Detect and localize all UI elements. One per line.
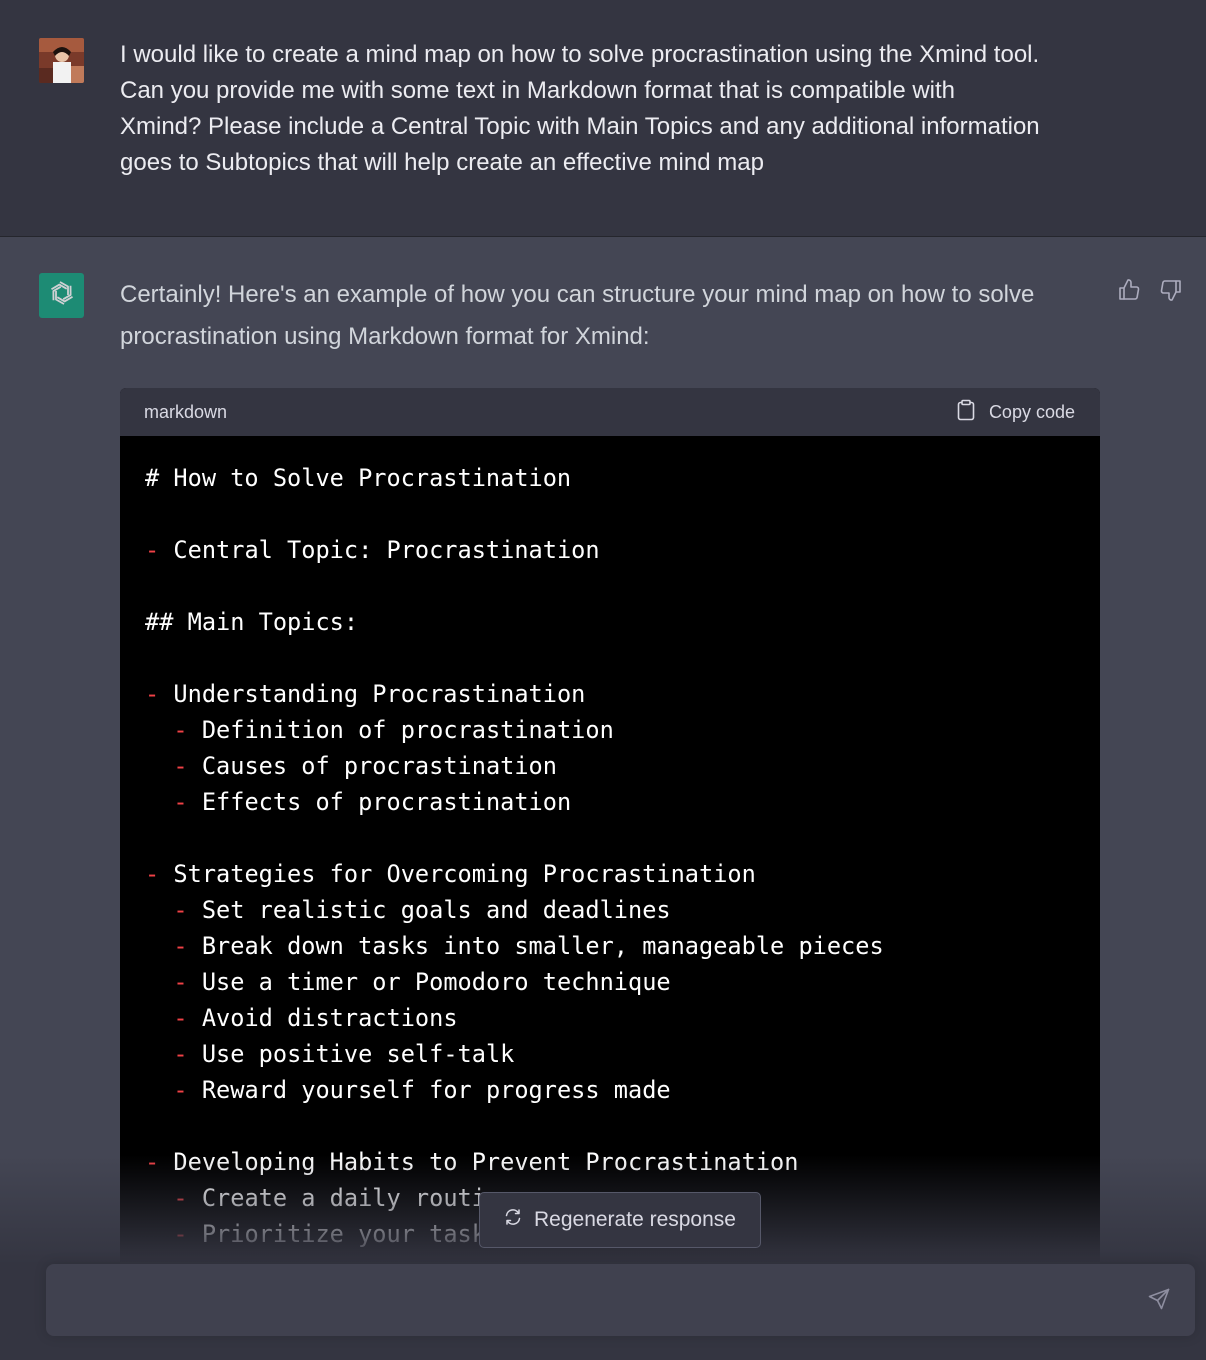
send-icon	[1147, 1287, 1171, 1316]
user-message-line: I would like to create a mind map on how…	[120, 41, 1040, 68]
code-text: Use positive self-talk	[187, 1040, 515, 1068]
code-line: - Avoid distractions	[145, 1000, 1076, 1036]
user-message: I would like to create a mind map on how…	[0, 0, 1206, 237]
code-bullet: -	[145, 536, 160, 564]
message-input[interactable]	[46, 1264, 1195, 1336]
code-bullet: -	[173, 1040, 188, 1068]
code-text: Definition of procrastination	[187, 716, 614, 744]
refresh-icon	[504, 1208, 522, 1232]
code-line: - Break down tasks into smaller, managea…	[145, 928, 1076, 964]
code-line: ## Main Topics:	[145, 604, 1076, 640]
regenerate-label: Regenerate response	[534, 1208, 736, 1231]
code-text: Break down tasks into smaller, manageabl…	[187, 932, 884, 960]
code-bullet: -	[145, 680, 160, 708]
assistant-avatar	[39, 273, 84, 318]
user-message-line: goes to Subtopics that will help create …	[120, 149, 764, 176]
code-bullet: -	[173, 896, 188, 924]
code-line: - Use a timer or Pomodoro technique	[145, 964, 1076, 1000]
copy-code-label: Copy code	[988, 401, 1075, 422]
code-line: - Causes of procrastination	[145, 748, 1076, 784]
thumbs-down-icon	[1159, 278, 1183, 307]
send-button[interactable]	[1145, 1287, 1173, 1315]
code-line: - Understanding Procrastination	[145, 676, 1076, 712]
code-line: - Strategies for Overcoming Procrastinat…	[145, 856, 1076, 892]
copy-code-button[interactable]: Copy code	[955, 399, 1075, 426]
code-text: Understanding Procrastination	[159, 680, 586, 708]
thumbs-up-icon	[1117, 278, 1141, 307]
code-text: Effects of procrastination	[187, 788, 572, 816]
code-text: Causes of procrastination	[187, 752, 557, 780]
code-line: - Effects of procrastination	[145, 784, 1076, 820]
code-text: Reward yourself for progress made	[187, 1076, 671, 1104]
assistant-intro-text: Certainly! Here's an example of how you …	[120, 274, 1100, 358]
user-message-line: Can you provide me with some text in Mar…	[120, 77, 956, 104]
code-language-label: markdown	[144, 401, 228, 422]
code-bullet: -	[173, 932, 188, 960]
assistant-intro-line: Certainly! Here's an example of how you …	[120, 281, 1035, 308]
code-text: Central Topic: Procrastination	[159, 536, 600, 564]
code-line: - Definition of procrastination	[145, 712, 1076, 748]
user-message-line: Xmind? Please include a Central Topic wi…	[120, 113, 1040, 140]
code-bullet: -	[173, 752, 188, 780]
code-line: - Use positive self-talk	[145, 1036, 1076, 1072]
code-text: Set realistic goals and deadlines	[187, 896, 671, 924]
thumbs-up-button[interactable]	[1116, 278, 1142, 307]
user-message-text: I would like to create a mind map on how…	[120, 37, 1110, 181]
code-bullet: -	[173, 788, 188, 816]
code-bullet: -	[173, 1184, 188, 1212]
openai-logo-icon	[47, 278, 77, 313]
code-bullet: -	[145, 860, 160, 888]
code-bullet: -	[173, 968, 188, 996]
code-text: # How to Solve Procrastination	[145, 464, 572, 492]
thumbs-down-button[interactable]	[1158, 279, 1184, 305]
code-text: Strategies for Overcoming Procrastinatio…	[159, 860, 756, 888]
code-line: # How to Solve Procrastination	[145, 460, 1076, 496]
code-text: Avoid distractions	[187, 1004, 458, 1032]
code-line: - Developing Habits to Prevent Procrasti…	[145, 1144, 1076, 1180]
code-content: # How to Solve Procrastination - Central …	[120, 436, 1100, 1252]
assistant-intro-line: procrastination using Markdown format fo…	[120, 323, 650, 350]
code-text: Use a timer or Pomodoro technique	[187, 968, 671, 996]
code-block: markdown Copy code # How to Solve Procra…	[120, 388, 1100, 1268]
code-bullet: -	[173, 716, 188, 744]
user-avatar	[39, 38, 84, 83]
code-line: - Reward yourself for progress made	[145, 1072, 1076, 1108]
code-line: - Central Topic: Procrastination	[145, 532, 1076, 568]
code-block-header: markdown Copy code	[120, 388, 1100, 436]
regenerate-response-button[interactable]: Regenerate response	[479, 1192, 761, 1248]
code-bullet: -	[173, 1076, 188, 1104]
clipboard-icon	[955, 399, 977, 426]
code-bullet: -	[173, 1004, 188, 1032]
code-text: Prioritize your tasks	[187, 1220, 501, 1248]
code-text: Developing Habits to Prevent Procrastina…	[159, 1148, 799, 1176]
code-bullet: -	[173, 1220, 188, 1248]
code-bullet: -	[145, 1148, 160, 1176]
code-text: Create a daily routine	[187, 1184, 515, 1212]
code-text: ## Main Topics:	[145, 608, 359, 636]
code-line: - Set realistic goals and deadlines	[145, 892, 1076, 928]
